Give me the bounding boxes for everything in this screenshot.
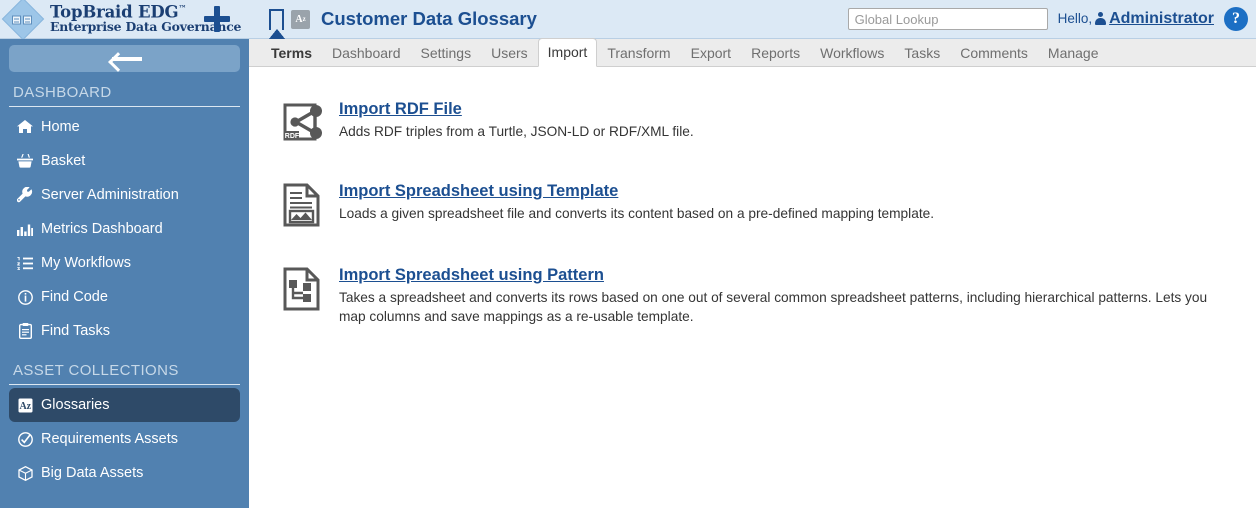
info-circle-icon [17,289,33,305]
tab-import[interactable]: Import [537,38,598,67]
sidebar-item-find-tasks[interactable]: Find Tasks [9,314,240,348]
sidebar-item-label: Find Tasks [41,323,111,339]
sidebar-item-label: Basket [41,153,86,169]
svg-text:RDF: RDF [285,133,300,140]
import-option-description: Adds RDF triples from a Turtle, JSON-LD … [339,124,694,139]
top-bar-right: Hello, Administrator ? [847,7,1256,31]
tab-settings[interactable]: Settings [410,39,481,67]
sidebar-item-label: My Workflows [41,255,131,271]
tab-manage[interactable]: Manage [1038,39,1109,67]
plus-icon[interactable] [204,6,230,32]
sidebar-item-label: Requirements Assets [41,431,179,447]
sidebar-item-label: Big Data Assets [41,465,144,481]
rdf-file-icon: RDF [283,101,327,148]
sidebar-item-requirements-assets[interactable]: Requirements Assets [9,422,240,456]
sidebar-item-server-administration[interactable]: Server Administration [9,178,240,212]
header-icon-group: Az [204,6,310,39]
sidebar-item-home[interactable]: Home [9,110,240,144]
import-options-list: RDF Import RDF File Adds RDF triples fro… [249,67,1256,326]
sidebar-item-basket[interactable]: Basket [9,144,240,178]
page-title: Customer Data Glossary [321,8,537,29]
sidebar-item-label: Find Code [41,289,108,305]
import-option-title[interactable]: Import RDF File [339,100,462,119]
home-icon [17,119,33,135]
sidebar-section-asset-collections-title: ASSET COLLECTIONS [9,348,240,385]
sidebar-item-my-workflows[interactable]: My Workflows [9,246,240,280]
tab-workflows[interactable]: Workflows [810,39,894,67]
check-circle-icon [17,431,33,447]
brand-logo[interactable]: TopBraid EDG™ Enterprise Data Governance [0,0,241,41]
cube-icon [17,465,33,481]
tab-dashboard[interactable]: Dashboard [322,39,411,67]
sidebar-item-big-data-assets[interactable]: Big Data Assets [9,456,240,490]
spreadsheet-template-icon [283,183,323,232]
tab-transform[interactable]: Transform [597,39,680,67]
import-option-description: Loads a given spreadsheet file and conve… [339,206,935,221]
glossary-az-icon: Az [17,397,33,413]
import-option-spreadsheet-template[interactable]: Import Spreadsheet using Template Loads … [283,181,1256,232]
sidebar-item-label: Home [41,119,80,135]
ordered-list-icon [17,255,33,271]
help-circle-icon[interactable]: ? [1224,7,1248,31]
sidebar-item-find-code[interactable]: Find Code [9,280,240,314]
greeting-label: Hello, [1057,11,1093,26]
sidebar-item-label: Metrics Dashboard [41,221,163,237]
import-option-title[interactable]: Import Spreadsheet using Pattern [339,266,604,285]
search-input[interactable] [847,8,1048,30]
tab-export[interactable]: Export [681,39,741,67]
sidebar: DASHBOARD Home Basket Server Administrat… [0,39,249,508]
tab-comments[interactable]: Comments [950,39,1038,67]
menu-icon[interactable] [237,9,262,30]
sidebar-item-metrics-dashboard[interactable]: Metrics Dashboard [9,212,240,246]
sidebar-item-label: Server Administration [41,187,179,203]
clipboard-icon [17,323,33,339]
top-bar: TopBraid EDG™ Enterprise Data Governance… [0,0,1256,41]
wrench-icon [17,187,33,203]
main-content: Terms Dashboard Settings Users Import Tr… [249,38,1256,508]
bookmark-icon[interactable] [268,8,285,39]
tab-terms[interactable]: Terms [261,39,322,67]
tab-bar: Terms Dashboard Settings Users Import Tr… [249,38,1256,67]
tab-reports[interactable]: Reports [741,39,810,67]
import-option-spreadsheet-pattern[interactable]: Import Spreadsheet using Pattern Takes a… [283,265,1256,326]
sidebar-section-dashboard-title: DASHBOARD [9,72,240,107]
sidebar-item-glossaries[interactable]: Az Glossaries [9,388,240,422]
user-icon [1095,12,1107,26]
bar-chart-icon [17,221,33,237]
import-option-title[interactable]: Import Spreadsheet using Template [339,182,618,201]
topbraid-diamond-logo [1,0,45,41]
spreadsheet-pattern-icon [283,267,323,316]
user-greeting: Hello, Administrator [1058,10,1214,28]
svg-text:Az: Az [19,401,31,412]
sidebar-back-button[interactable] [9,45,240,72]
import-option-rdf-file[interactable]: RDF Import RDF File Adds RDF triples fro… [283,99,1256,148]
import-option-description: Takes a spreadsheet and converts its row… [339,290,1208,324]
back-arrow-icon [108,51,142,67]
tab-tasks[interactable]: Tasks [894,39,950,67]
tab-users[interactable]: Users [481,39,538,67]
user-account-link[interactable]: Administrator [1109,10,1214,28]
basket-icon [17,153,33,169]
glossary-az-icon[interactable]: Az [291,9,310,29]
sidebar-item-label: Glossaries [41,397,110,413]
